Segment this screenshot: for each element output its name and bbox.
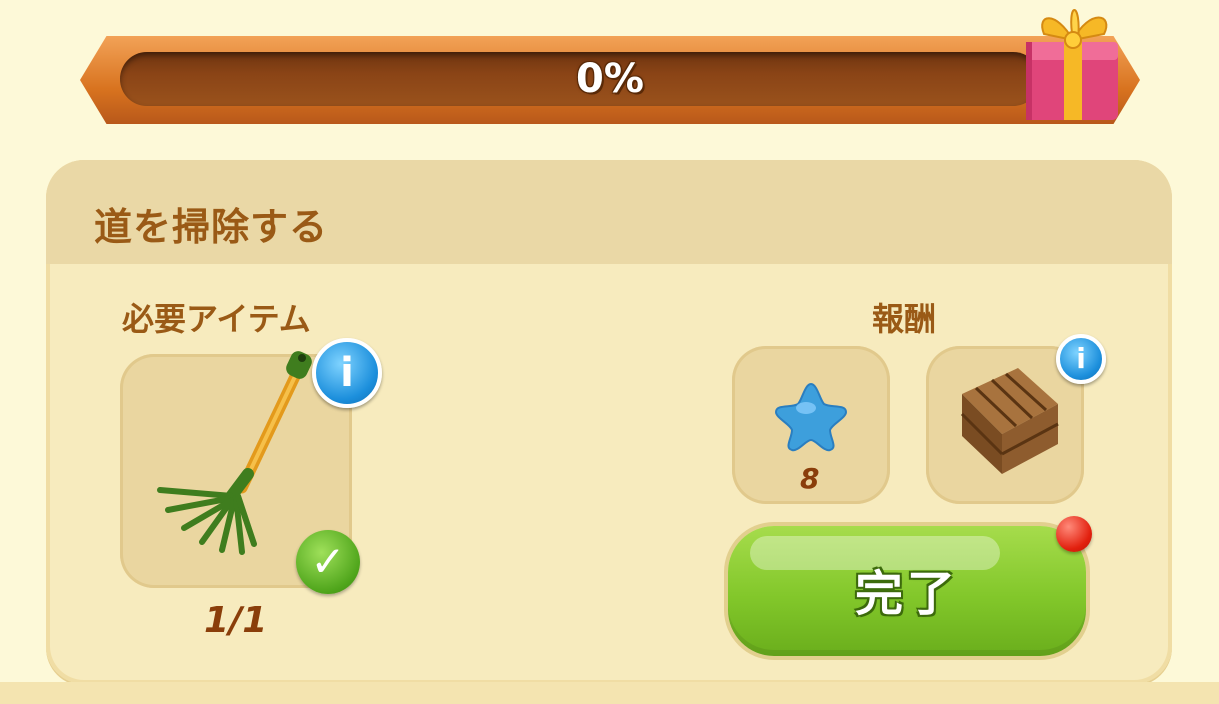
rewards-label: 報酬 xyxy=(872,300,937,338)
checkmark-icon: ✓ xyxy=(296,530,360,594)
required-item-count: 1/1 xyxy=(204,600,268,641)
reward-info-button[interactable]: i xyxy=(1056,334,1106,384)
blue-star-icon xyxy=(774,382,848,452)
required-items-label: 必要アイテム xyxy=(122,300,311,338)
gift-box-icon[interactable] xyxy=(1016,0,1126,124)
wooden-crate-icon xyxy=(960,368,1059,474)
reward-slot-star[interactable]: 8 xyxy=(732,346,890,504)
done-button[interactable]: 完了 xyxy=(728,526,1086,656)
reward-star-amount: 8 xyxy=(800,462,820,495)
bottom-strip xyxy=(0,682,1219,704)
task-title: 道を掃除する xyxy=(94,205,329,249)
required-item-info-button[interactable]: i xyxy=(312,338,382,408)
done-button-label: 完了 xyxy=(854,566,959,622)
notification-dot xyxy=(1056,516,1092,552)
progress-percent: 0% xyxy=(576,56,644,102)
